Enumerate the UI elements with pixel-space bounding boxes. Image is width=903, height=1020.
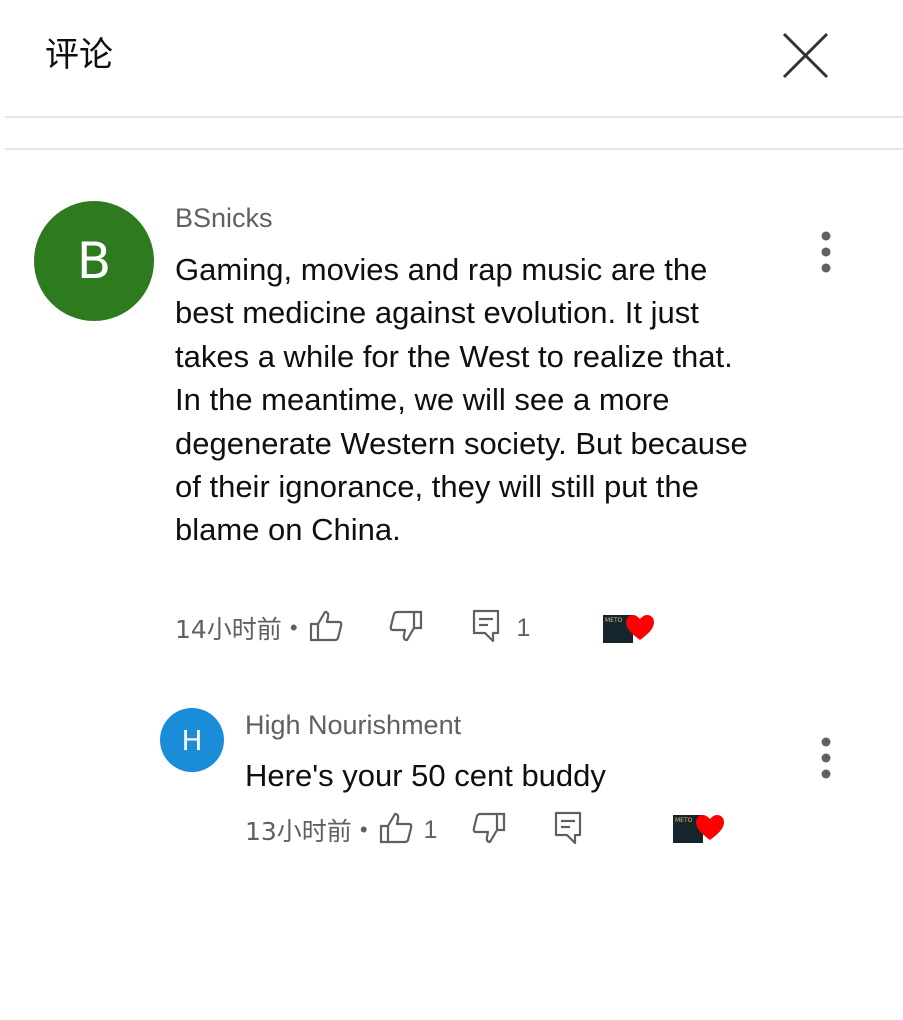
reply-comment-icon <box>472 609 499 642</box>
comment-author[interactable]: High Nourishment <box>245 710 461 741</box>
dislike-button[interactable] <box>388 609 424 648</box>
more-options-button[interactable] <box>811 222 841 282</box>
heart-icon <box>696 815 724 840</box>
thumbs-down-icon <box>473 812 506 843</box>
creator-avatar-text: METO <box>605 617 623 624</box>
comment-actions: 14小时前 • 1 <box>175 608 675 648</box>
separator-dot: • <box>289 615 298 640</box>
like-button[interactable] <box>308 609 344 648</box>
avatar-letter: H <box>181 723 203 757</box>
heart-icon <box>626 615 654 640</box>
reply-button[interactable] <box>471 608 501 649</box>
reply-button[interactable] <box>553 810 583 851</box>
like-count: 1 <box>423 815 438 844</box>
reply-count: 1 <box>516 613 531 642</box>
avatar[interactable]: H <box>160 708 224 772</box>
close-icon <box>782 32 829 79</box>
header-divider <box>5 116 903 118</box>
comment-text: Gaming, movies and rap music are the bes… <box>175 252 748 548</box>
dislike-button[interactable] <box>471 811 507 850</box>
avatar[interactable]: B <box>34 201 154 321</box>
more-vert-icon <box>821 737 831 779</box>
comment-timestamp: 13小时前 <box>245 817 352 846</box>
comment-thread: B BSnicks Gaming, movies and rap music a… <box>0 160 903 660</box>
comment-reply: H High Nourishment Here's your 50 cent b… <box>0 700 903 870</box>
creator-heart-badge: METO <box>603 612 655 646</box>
more-options-button[interactable] <box>811 728 841 788</box>
like-button[interactable] <box>378 811 414 850</box>
thumbs-up-icon <box>309 610 342 641</box>
avatar-letter: B <box>76 232 112 290</box>
reply-comment-icon <box>555 811 582 844</box>
thumbs-down-icon <box>389 610 422 641</box>
comment-actions: 13小时前 • 1 <box>245 810 745 850</box>
more-vert-icon <box>821 231 831 273</box>
section-divider <box>5 148 903 150</box>
page-title: 评论 <box>45 35 113 75</box>
comment-author[interactable]: BSnicks <box>175 203 273 234</box>
creator-heart-badge: METO <box>673 812 725 846</box>
thumbs-up-icon <box>379 812 412 843</box>
close-button[interactable] <box>770 24 842 88</box>
creator-avatar-text: METO <box>675 817 693 824</box>
separator-dot: • <box>359 817 368 842</box>
comments-header: 评论 <box>0 0 903 116</box>
comment-timestamp: 14小时前 <box>175 615 282 644</box>
comment-text: Here's your 50 cent buddy <box>245 758 606 793</box>
